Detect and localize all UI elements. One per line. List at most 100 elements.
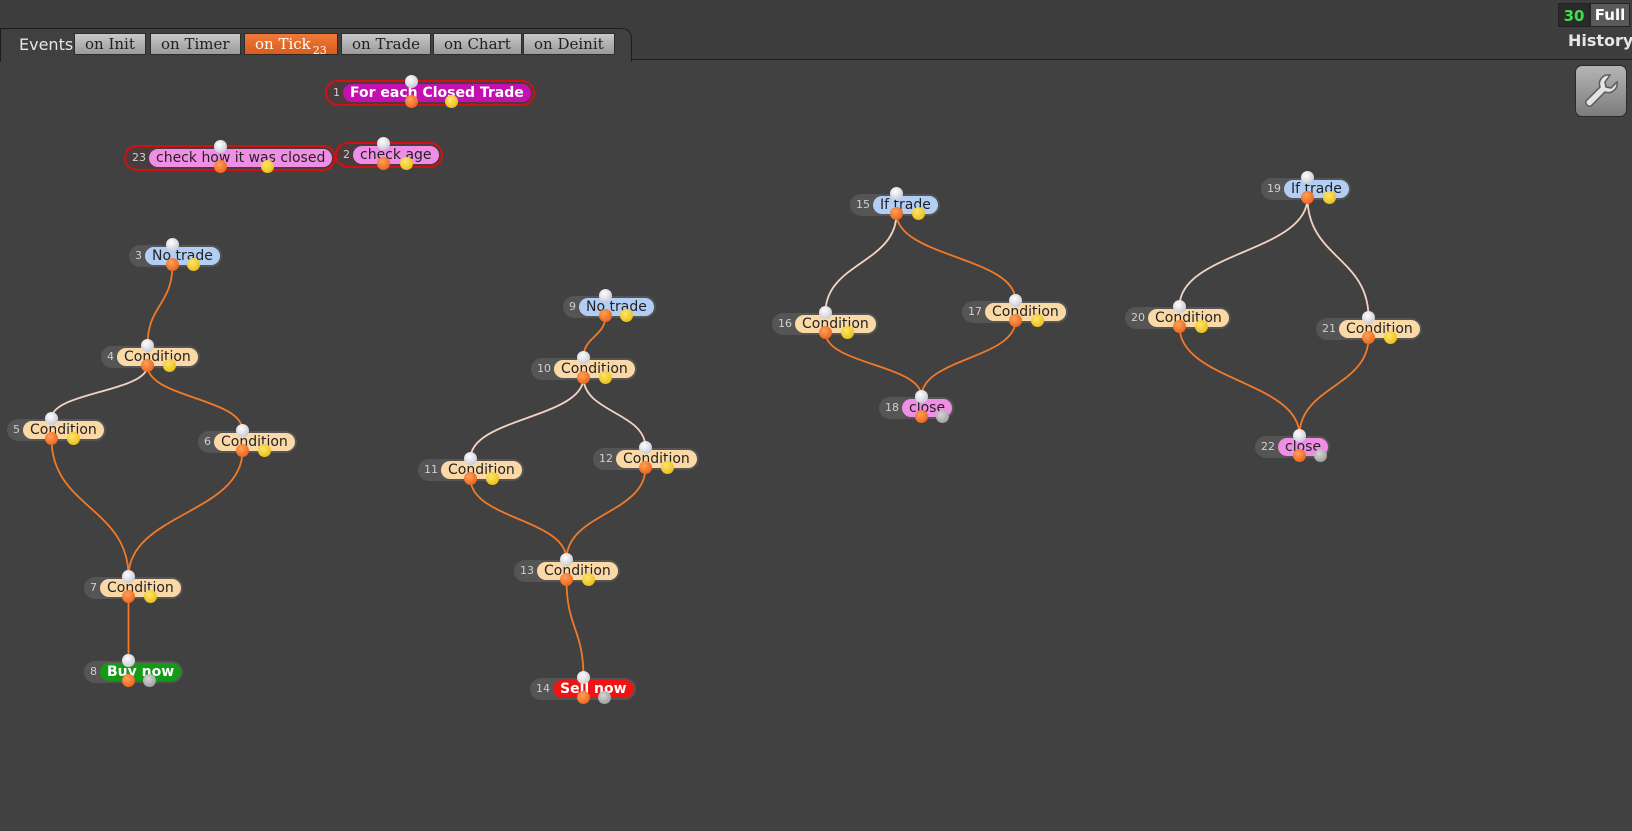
- output-port[interactable]: [1173, 320, 1186, 333]
- output-port-alt[interactable]: [400, 157, 413, 170]
- node-7[interactable]: 7 Condition: [84, 570, 183, 603]
- output-port-alt[interactable]: [841, 326, 854, 339]
- output-port-alt[interactable]: [67, 432, 80, 445]
- output-port[interactable]: [577, 691, 590, 704]
- input-port[interactable]: [890, 187, 903, 200]
- node-22[interactable]: 22 close: [1255, 429, 1331, 462]
- output-port[interactable]: [1009, 314, 1022, 327]
- node-label: Condition: [214, 433, 295, 451]
- node-number: 17: [968, 305, 982, 318]
- output-port[interactable]: [122, 674, 135, 687]
- output-port-alt[interactable]: [599, 371, 612, 384]
- node-13[interactable]: 13 Condition: [514, 553, 620, 586]
- output-port-alt[interactable]: [163, 359, 176, 372]
- node-15[interactable]: 15 If trade: [850, 187, 940, 220]
- input-port[interactable]: [166, 238, 179, 251]
- input-port[interactable]: [122, 654, 135, 667]
- node-2[interactable]: 2 check age: [337, 137, 441, 170]
- input-port[interactable]: [377, 137, 390, 150]
- output-port[interactable]: [639, 461, 652, 474]
- output-port[interactable]: [915, 410, 928, 423]
- input-port[interactable]: [599, 289, 612, 302]
- output-port[interactable]: [377, 157, 390, 170]
- node-5[interactable]: 5 Condition: [7, 412, 106, 445]
- input-port[interactable]: [236, 424, 249, 437]
- node-19[interactable]: 19 If trade: [1261, 171, 1351, 204]
- node-6[interactable]: 6 Condition: [198, 424, 297, 457]
- node-16[interactable]: 16 Condition: [772, 306, 878, 339]
- node-label: Condition: [117, 348, 198, 366]
- output-port[interactable]: [236, 444, 249, 457]
- node-17[interactable]: 17 Condition: [962, 294, 1068, 327]
- output-port[interactable]: [45, 432, 58, 445]
- node-label: Condition: [795, 315, 876, 333]
- output-port[interactable]: [890, 207, 903, 220]
- node-10[interactable]: 10 Condition: [531, 351, 637, 384]
- output-port-alt[interactable]: [1384, 331, 1397, 344]
- node-11[interactable]: 11 Condition: [418, 452, 524, 485]
- node-label: No trade: [579, 298, 654, 316]
- input-port[interactable]: [915, 390, 928, 403]
- input-port[interactable]: [141, 339, 154, 352]
- input-port[interactable]: [1293, 429, 1306, 442]
- node-1[interactable]: 1 For each Closed Trade: [327, 75, 533, 108]
- node-3[interactable]: 3 No trade: [129, 238, 222, 271]
- node-4[interactable]: 4 Condition: [101, 339, 200, 372]
- output-port-alt[interactable]: [1195, 320, 1208, 333]
- output-port-alt[interactable]: [1323, 191, 1336, 204]
- node-21[interactable]: 21 Condition: [1316, 311, 1422, 344]
- output-port-alt[interactable]: [144, 590, 157, 603]
- input-port[interactable]: [214, 140, 227, 153]
- input-port[interactable]: [405, 75, 418, 88]
- output-port[interactable]: [405, 95, 418, 108]
- output-port-disabled[interactable]: [1314, 449, 1327, 462]
- output-port-alt[interactable]: [187, 258, 200, 271]
- output-port[interactable]: [141, 359, 154, 372]
- node-12[interactable]: 12 Condition: [593, 441, 699, 474]
- input-port[interactable]: [1362, 311, 1375, 324]
- node-23[interactable]: 23 check how it was closed: [126, 140, 335, 173]
- output-port[interactable]: [1362, 331, 1375, 344]
- input-port[interactable]: [1009, 294, 1022, 307]
- input-port[interactable]: [1301, 171, 1314, 184]
- output-port-alt[interactable]: [1031, 314, 1044, 327]
- output-port-disabled[interactable]: [143, 674, 156, 687]
- input-port[interactable]: [122, 570, 135, 583]
- output-port-alt[interactable]: [258, 444, 271, 457]
- input-port[interactable]: [639, 441, 652, 454]
- input-port[interactable]: [464, 452, 477, 465]
- input-port[interactable]: [1173, 300, 1186, 313]
- node-14[interactable]: 14 Sell now: [530, 671, 636, 704]
- output-port-disabled[interactable]: [936, 410, 949, 423]
- output-port-alt[interactable]: [620, 309, 633, 322]
- output-port[interactable]: [166, 258, 179, 271]
- node-8[interactable]: 8 Buy now: [84, 654, 184, 687]
- output-port[interactable]: [214, 160, 227, 173]
- output-port-alt[interactable]: [912, 207, 925, 220]
- output-port[interactable]: [577, 371, 590, 384]
- output-port-alt[interactable]: [582, 573, 595, 586]
- output-port[interactable]: [1293, 449, 1306, 462]
- output-port[interactable]: [599, 309, 612, 322]
- output-port[interactable]: [1301, 191, 1314, 204]
- output-port-disabled[interactable]: [598, 691, 611, 704]
- output-port-alt[interactable]: [661, 461, 674, 474]
- output-port-alt[interactable]: [445, 95, 458, 108]
- node-number: 8: [90, 665, 97, 678]
- input-port[interactable]: [45, 412, 58, 425]
- output-port[interactable]: [122, 590, 135, 603]
- output-port-alt[interactable]: [261, 160, 274, 173]
- output-port[interactable]: [819, 326, 832, 339]
- input-port[interactable]: [577, 351, 590, 364]
- input-port[interactable]: [819, 306, 832, 319]
- node-9[interactable]: 9 No trade: [563, 289, 656, 322]
- node-18[interactable]: 18 close: [879, 390, 955, 423]
- output-port[interactable]: [560, 573, 573, 586]
- node-label: Condition: [441, 461, 522, 479]
- node-number: 3: [135, 249, 142, 262]
- input-port[interactable]: [577, 671, 590, 684]
- node-20[interactable]: 20 Condition: [1125, 300, 1231, 333]
- output-port-alt[interactable]: [486, 472, 499, 485]
- input-port[interactable]: [560, 553, 573, 566]
- output-port[interactable]: [464, 472, 477, 485]
